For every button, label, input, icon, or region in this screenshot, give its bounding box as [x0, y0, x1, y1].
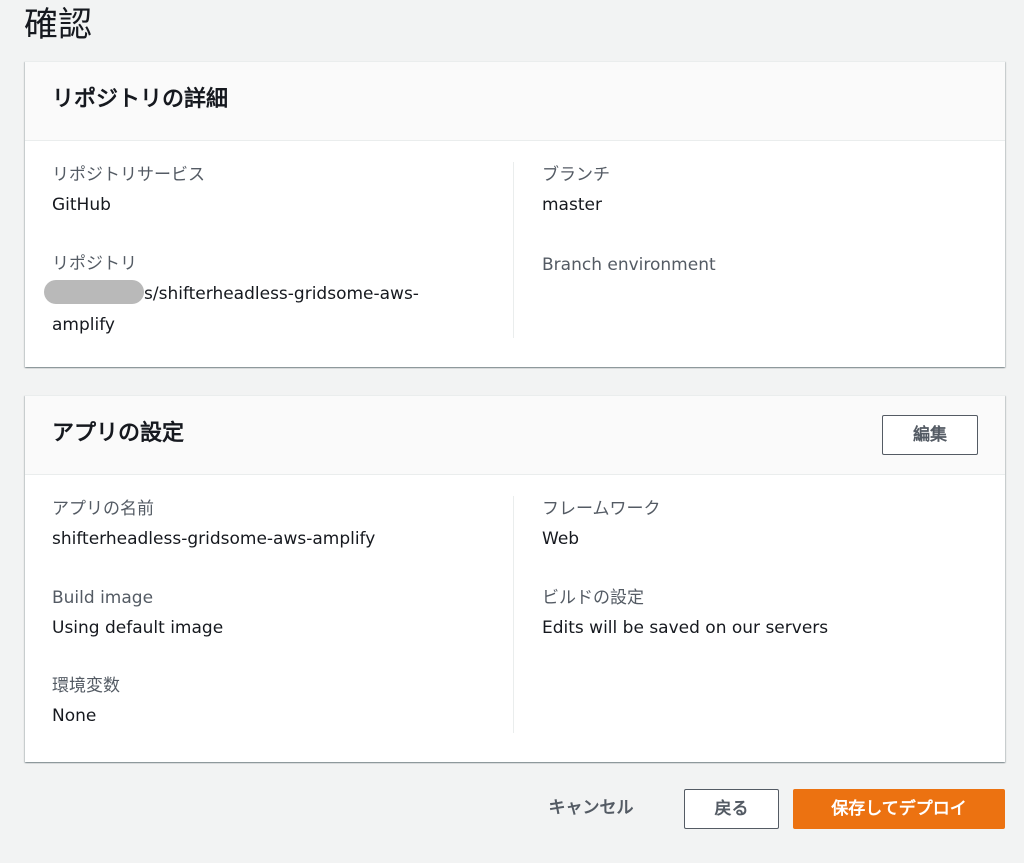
- repo-service-field: リポジトリサービス GitHub: [52, 163, 205, 221]
- app-settings-header: アプリの設定 編集: [25, 396, 1005, 475]
- repository-details-body: リポジトリサービス GitHub リポジトリ s/shifterheadless…: [25, 141, 1005, 367]
- env-vars-label: 環境変数: [52, 676, 120, 696]
- repository-label: リポジトリ: [52, 254, 137, 274]
- column-divider: [513, 162, 514, 338]
- redacted-owner: [44, 280, 144, 304]
- branch-field: ブランチ master: [542, 163, 610, 221]
- app-name-value: shifterheadless-gridsome-aws-amplify: [52, 529, 376, 549]
- repo-service-label: リポジトリサービス: [52, 165, 205, 185]
- branch-environment-label: Branch environment: [542, 255, 716, 275]
- build-settings-value: Edits will be saved on our servers: [542, 618, 829, 638]
- framework-label: フレームワーク: [542, 499, 661, 519]
- build-image-value: Using default image: [52, 618, 224, 638]
- app-settings-body: アプリの名前 shifterheadless-gridsome-aws-ampl…: [25, 475, 1005, 762]
- env-vars-value: None: [52, 706, 97, 726]
- repository-details-title: リポジトリの詳細: [52, 87, 229, 112]
- column-divider: [513, 496, 514, 733]
- branch-value: master: [542, 195, 602, 215]
- build-image-label: Build image: [52, 588, 154, 608]
- build-image-field: Build image Using default image: [52, 586, 223, 644]
- edit-button[interactable]: 編集: [882, 415, 978, 455]
- repository-value: s/shifterheadless-gridsome-aws- amplify: [44, 279, 419, 341]
- branch-label: ブランチ: [542, 165, 610, 185]
- framework-field: フレームワーク Web: [542, 497, 661, 555]
- app-name-label: アプリの名前: [52, 499, 154, 519]
- branch-environment-field: Branch environment: [542, 253, 716, 277]
- repository-details-header: リポジトリの詳細: [25, 62, 1005, 141]
- app-settings-panel: アプリの設定 編集 アプリの名前 shifterheadless-gridsom…: [25, 395, 1005, 762]
- page-title: 確認: [24, 5, 92, 45]
- cancel-button[interactable]: キャンセル: [532, 788, 650, 828]
- build-settings-label: ビルドの設定: [542, 588, 644, 608]
- build-settings-field: ビルドの設定 Edits will be saved on our server…: [542, 586, 828, 644]
- save-and-deploy-button[interactable]: 保存してデプロイ: [793, 789, 1005, 829]
- repo-service-value: GitHub: [52, 195, 111, 215]
- app-name-field: アプリの名前 shifterheadless-gridsome-aws-ampl…: [52, 497, 375, 555]
- framework-value: Web: [542, 529, 580, 549]
- repository-value-line2: amplify: [52, 315, 115, 335]
- repository-value-line1: s/shifterheadless-gridsome-aws-: [144, 284, 419, 304]
- repository-field: リポジトリ s/shifterheadless-gridsome-aws- am…: [44, 252, 419, 341]
- app-settings-title: アプリの設定: [52, 421, 185, 446]
- env-vars-field: 環境変数 None: [52, 674, 120, 732]
- repository-details-panel: リポジトリの詳細 リポジトリサービス GitHub リポジトリ s/shifte…: [25, 61, 1005, 367]
- back-button[interactable]: 戻る: [684, 789, 779, 829]
